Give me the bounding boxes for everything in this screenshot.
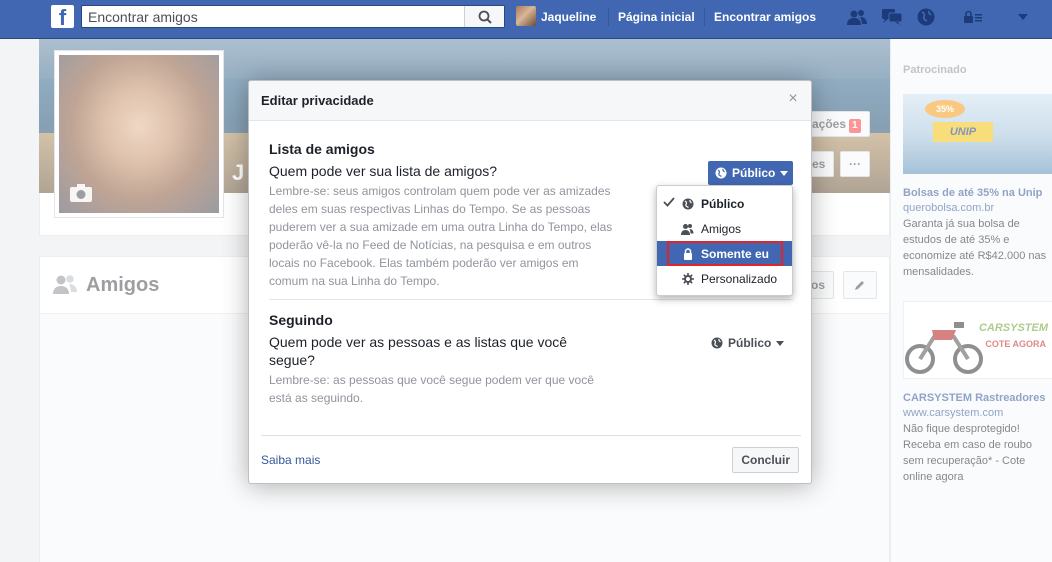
globe-icon <box>681 197 694 210</box>
globe-icon <box>715 167 727 179</box>
section-divider <box>269 299 793 300</box>
checkmark-icon <box>663 197 675 207</box>
home-link[interactable]: Página inicial <box>618 10 695 24</box>
chevron-down-icon <box>780 170 789 176</box>
section-title: Lista de amigos <box>269 141 375 157</box>
search-box <box>81 5 505 28</box>
menu-item-label: Personalizado <box>701 271 778 286</box>
account-menu-icon[interactable] <box>1012 7 1034 27</box>
notifications-globe-icon[interactable] <box>915 7 937 27</box>
nav-divider <box>704 8 705 26</box>
facebook-logo[interactable]: f <box>51 5 74 28</box>
following-privacy-selector[interactable]: Público <box>711 333 785 353</box>
messages-icon[interactable] <box>881 7 903 27</box>
privacy-value: Público <box>728 336 772 350</box>
privacy-dropdown-menu: Público Amigos Somente eu Personalizado <box>656 185 793 296</box>
search-button[interactable] <box>464 6 504 27</box>
user-avatar[interactable] <box>516 6 536 26</box>
menu-item-friends[interactable]: Amigos <box>657 216 792 241</box>
dialog-title: Editar privacidade <box>261 93 374 108</box>
menu-item-label: Somente eu <box>701 246 770 261</box>
section-hint: Lembre-se: as pessoas que você segue pod… <box>269 373 594 405</box>
profile-link[interactable]: Jaqueline <box>541 10 596 24</box>
menu-item-only-me[interactable]: Somente eu <box>657 241 792 266</box>
nav-divider <box>608 8 609 26</box>
friends-icon <box>681 222 694 235</box>
section-question: Quem pode ver as pessoas e as listas que… <box>269 334 568 368</box>
edit-privacy-dialog: Editar privacidade × Lista de amigos Que… <box>248 80 812 484</box>
chevron-down-icon <box>776 340 785 346</box>
dialog-header: Editar privacidade × <box>249 81 811 121</box>
menu-item-public[interactable]: Público <box>657 191 792 216</box>
friends-list-privacy-selector[interactable]: Público <box>708 161 793 185</box>
menu-item-custom[interactable]: Personalizado <box>657 266 792 291</box>
privacy-value: Público <box>732 166 776 180</box>
top-navigation-bar: f Jaqueline Página inicial Encontrar ami… <box>0 0 1052 39</box>
search-icon <box>478 10 492 24</box>
section-title: Seguindo <box>269 312 333 328</box>
following-section: Seguindo Quem pode ver as pessoas e as l… <box>269 312 797 407</box>
footer-divider <box>261 435 801 436</box>
done-button[interactable]: Concluir <box>732 447 799 473</box>
gear-icon <box>681 272 694 285</box>
section-question: Quem pode ver sua lista de amigos? <box>269 163 498 179</box>
lock-icon <box>681 247 694 260</box>
friend-requests-icon[interactable] <box>846 7 868 27</box>
privacy-shortcuts-icon[interactable] <box>962 7 984 27</box>
learn-more-link[interactable]: Saiba mais <box>261 453 320 467</box>
globe-icon <box>711 337 723 349</box>
search-input[interactable] <box>82 6 462 27</box>
menu-item-label: Público <box>701 196 745 211</box>
section-hint: Lembre-se: seus amigos controlam quem po… <box>269 184 613 288</box>
close-icon[interactable]: × <box>785 91 801 107</box>
find-friends-link[interactable]: Encontrar amigos <box>714 10 816 24</box>
menu-item-label: Amigos <box>701 221 742 236</box>
